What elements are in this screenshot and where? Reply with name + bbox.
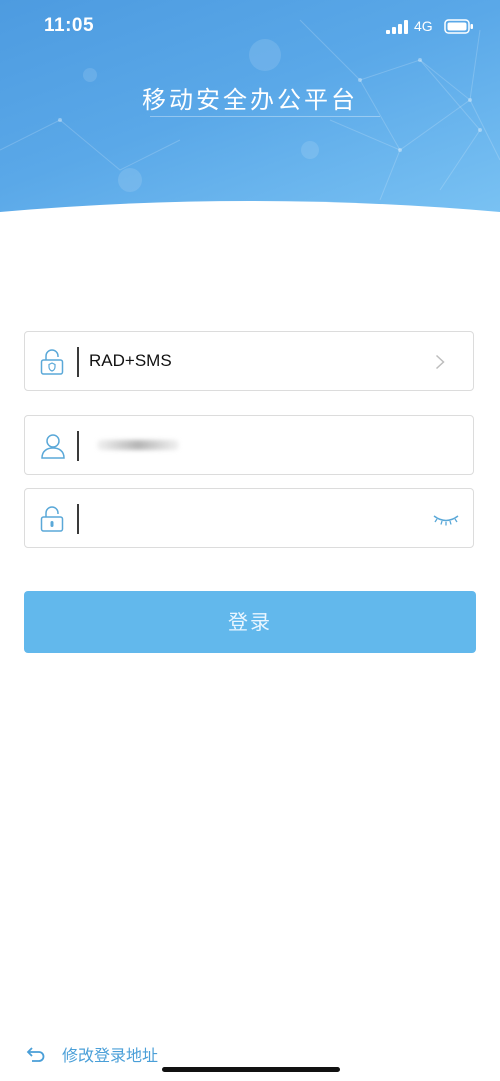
home-indicator	[162, 1067, 340, 1072]
field-divider	[77, 347, 79, 377]
network-type: 4G	[414, 18, 433, 34]
return-arrow-icon	[26, 1047, 45, 1062]
change-login-address-link[interactable]: 修改登录地址	[26, 1043, 158, 1065]
auth-mode-selector[interactable]: RAD+SMS	[24, 331, 474, 391]
lock-icon	[40, 506, 64, 532]
eye-closed-icon[interactable]	[432, 513, 460, 527]
status-bar: 11:05 4G	[0, 0, 500, 54]
field-divider	[77, 431, 79, 461]
lock-icon	[40, 349, 64, 375]
auth-mode-value: RAD+SMS	[89, 351, 172, 370]
username-field[interactable]	[24, 415, 474, 475]
header-banner: 11:05 4G 移动安全办公平台	[0, 0, 500, 232]
chevron-right-icon	[435, 354, 445, 370]
password-field[interactable]	[24, 488, 474, 548]
login-button[interactable]: 登录	[24, 591, 476, 653]
change-login-address-label: 修改登录地址	[62, 1046, 159, 1065]
user-icon	[41, 434, 65, 459]
title-underline	[150, 116, 380, 117]
signal-icon	[386, 20, 408, 34]
username-redacted	[97, 440, 179, 450]
text-cursor	[77, 504, 79, 534]
status-time: 11:05	[44, 15, 95, 36]
battery-icon	[444, 19, 473, 34]
app-title: 移动安全办公平台	[142, 86, 358, 114]
